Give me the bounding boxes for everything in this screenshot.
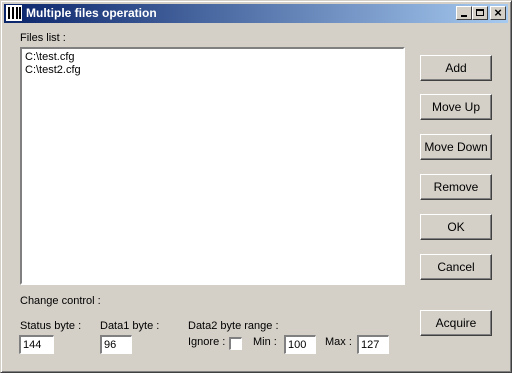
min-field[interactable]: 100	[284, 335, 316, 354]
add-button[interactable]: Add	[420, 55, 492, 81]
status-byte-field[interactable]: 144	[19, 335, 54, 354]
files-listbox[interactable]: C:\test.cfg C:\test2.cfg	[20, 47, 405, 285]
acquire-button[interactable]: Acquire	[420, 310, 492, 336]
title-bar[interactable]: Multiple files operation ×	[4, 4, 508, 23]
cancel-button[interactable]: Cancel	[420, 254, 492, 280]
data2-range-label: Data2 byte range :	[188, 320, 279, 332]
data1-byte-field[interactable]: 96	[100, 335, 132, 354]
window-title: Multiple files operation	[26, 6, 157, 20]
remove-button[interactable]: Remove	[420, 174, 492, 200]
maximize-button[interactable]	[472, 6, 488, 20]
piano-keys-icon[interactable]	[6, 5, 22, 21]
status-byte-label: Status byte :	[20, 320, 82, 332]
list-item[interactable]: C:\test2.cfg	[25, 64, 81, 76]
list-item[interactable]: C:\test.cfg	[25, 51, 75, 63]
ignore-checkbox[interactable]	[229, 337, 242, 350]
files-list-label: Files list :	[20, 32, 66, 44]
move-down-button[interactable]: Move Down	[420, 134, 492, 160]
data1-byte-label: Data1 byte :	[100, 320, 160, 332]
ignore-label: Ignore :	[188, 336, 226, 348]
close-icon: ×	[494, 5, 502, 20]
min-label: Min :	[253, 336, 277, 348]
move-up-button[interactable]: Move Up	[420, 94, 492, 120]
minimize-button[interactable]	[456, 6, 472, 20]
close-button[interactable]: ×	[490, 5, 506, 20]
max-field[interactable]: 127	[357, 335, 389, 354]
change-control-label: Change control :	[20, 295, 101, 307]
minimize-icon	[461, 15, 467, 17]
ok-button[interactable]: OK	[420, 214, 492, 240]
maximize-icon	[476, 9, 484, 16]
max-label: Max :	[325, 336, 352, 348]
